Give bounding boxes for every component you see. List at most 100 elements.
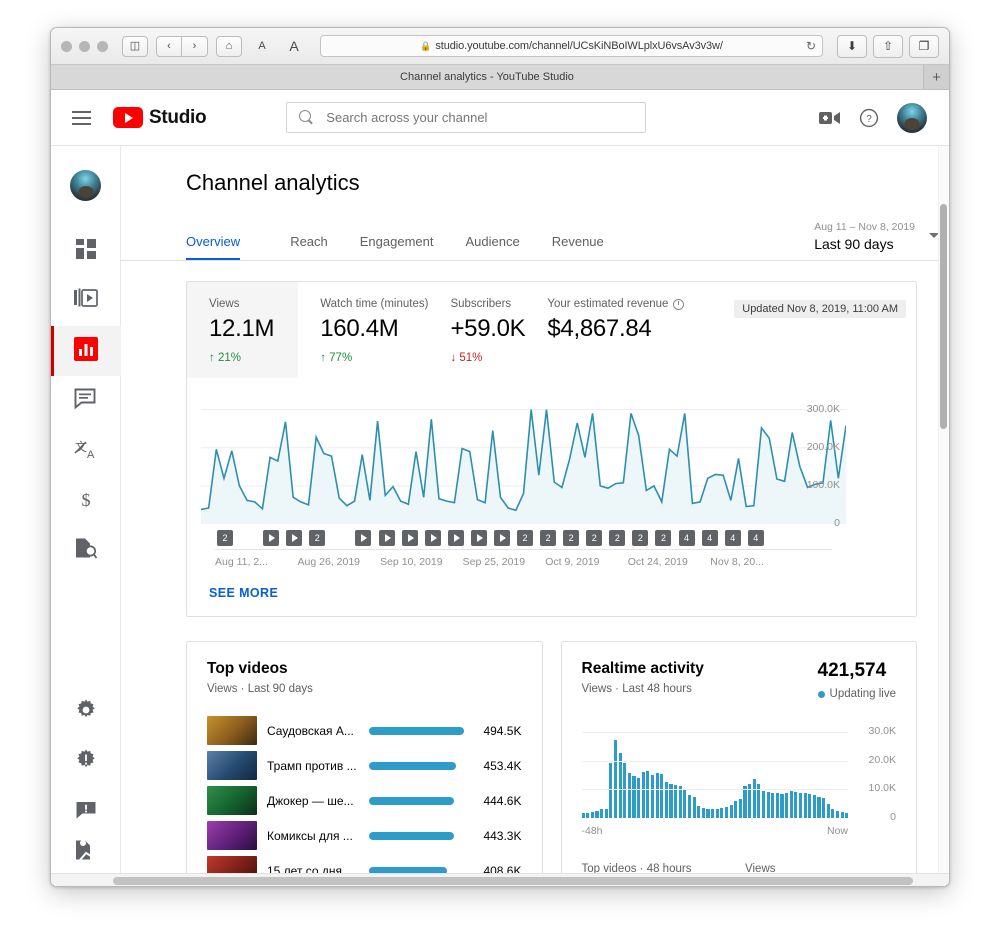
tab-revenue[interactable]: Revenue bbox=[536, 234, 620, 260]
increase-text-size-button[interactable]: A bbox=[282, 36, 306, 57]
metric-card[interactable]: Views 12.1M ↑ 21% bbox=[187, 282, 299, 378]
realtime-bar bbox=[697, 805, 701, 818]
video-count-marker[interactable]: 4 bbox=[678, 529, 695, 546]
sidebar-item-feedback[interactable] bbox=[51, 787, 121, 837]
video-count-marker[interactable]: 4 bbox=[724, 529, 741, 546]
video-markers-row[interactable]: 2222222224444 bbox=[217, 529, 832, 546]
video-count-marker[interactable]: 2 bbox=[586, 529, 603, 546]
video-title: Саудовская А... bbox=[267, 723, 354, 738]
sidebar-item-videos[interactable] bbox=[51, 276, 121, 326]
metric-card[interactable]: Subscribers +59.0K ↓ 51% bbox=[428, 282, 525, 378]
see-more-link[interactable]: SEE MORE bbox=[209, 586, 916, 600]
vertical-scrollbar-thumb[interactable] bbox=[940, 204, 947, 429]
realtime-bar bbox=[720, 808, 724, 818]
sidebar-item-comments[interactable] bbox=[51, 376, 121, 426]
home-icon[interactable]: ⌂ bbox=[216, 35, 242, 57]
video-count-marker[interactable]: 2 bbox=[309, 529, 326, 546]
close-window-button[interactable] bbox=[61, 40, 72, 52]
download-icon[interactable]: ⬇ bbox=[837, 34, 867, 58]
decrease-text-size-button[interactable]: A bbox=[250, 36, 274, 57]
top-video-row[interactable]: Трамп против ... 453.4K bbox=[207, 748, 522, 783]
window-traffic-lights[interactable] bbox=[61, 40, 108, 52]
realtime-bar bbox=[771, 792, 775, 818]
sidebar-item-monetization[interactable]: $ bbox=[51, 476, 121, 526]
realtime-live-label: Updating live bbox=[829, 688, 896, 700]
metric-value: $4,867.84 bbox=[547, 315, 652, 342]
date-range-selector[interactable]: Aug 11 – Nov 8, 2019 Last 90 days bbox=[814, 221, 915, 252]
realtime-y-tick: 20.0K bbox=[868, 753, 896, 766]
tab-engagement[interactable]: Engagement bbox=[344, 234, 450, 260]
video-count-marker[interactable]: 2 bbox=[655, 529, 672, 546]
horizontal-scrollbar-track[interactable] bbox=[51, 873, 949, 886]
top-video-row[interactable]: Комиксы для ... 443.3K bbox=[207, 818, 522, 853]
minimize-window-button[interactable] bbox=[79, 40, 90, 52]
youtube-studio-logo[interactable]: Studio bbox=[113, 107, 207, 129]
realtime-bar bbox=[581, 813, 585, 818]
vertical-scrollbar-track[interactable] bbox=[938, 146, 949, 873]
realtime-bar bbox=[835, 810, 839, 818]
tab-overview[interactable]: Overview bbox=[186, 234, 256, 260]
maximize-window-button[interactable] bbox=[97, 40, 108, 52]
address-bar[interactable]: 🔒 studio.youtube.com/channel/UCsKiNBoIWL… bbox=[320, 35, 823, 57]
metric-value: +59.0K bbox=[450, 315, 526, 342]
sidebar-item-channel-avatar[interactable] bbox=[51, 160, 121, 210]
browser-tab[interactable]: Channel analytics - YouTube Studio bbox=[51, 65, 923, 89]
video-play-marker-icon[interactable] bbox=[378, 529, 395, 546]
metric-delta: ↑ 21% bbox=[209, 352, 241, 364]
video-bar-wrapper bbox=[369, 831, 464, 840]
top-video-row[interactable]: Саудовская А... 494.5K bbox=[207, 713, 522, 748]
hamburger-menu-icon[interactable] bbox=[67, 110, 93, 125]
video-count-marker[interactable]: 2 bbox=[217, 529, 233, 546]
video-count-marker[interactable]: 4 bbox=[701, 529, 718, 546]
realtime-bar bbox=[701, 807, 705, 818]
sidebar-item-dashboard[interactable] bbox=[51, 226, 121, 276]
metric-card[interactable]: Your estimated revenue $4,867.84 bbox=[525, 282, 685, 378]
video-count-marker[interactable]: 2 bbox=[609, 529, 626, 546]
realtime-bar bbox=[637, 777, 641, 818]
video-count-marker[interactable]: 2 bbox=[540, 529, 557, 546]
share-icon[interactable]: ⇧ bbox=[873, 34, 903, 58]
sidebar-item-analytics[interactable] bbox=[51, 326, 121, 376]
dollar-icon: $ bbox=[76, 488, 96, 515]
video-play-marker-icon[interactable] bbox=[447, 529, 464, 546]
sidebar-item-copyright[interactable] bbox=[51, 526, 121, 576]
help-icon[interactable]: ? bbox=[859, 108, 879, 128]
gear-icon bbox=[75, 699, 97, 726]
marker-spacer bbox=[332, 530, 348, 546]
video-count-marker[interactable]: 2 bbox=[563, 529, 580, 546]
video-play-marker-icon[interactable] bbox=[401, 529, 418, 546]
video-count-marker[interactable]: 4 bbox=[747, 529, 764, 546]
avatar-icon bbox=[70, 169, 101, 201]
tab-reach[interactable]: Reach bbox=[274, 234, 344, 260]
back-button[interactable]: ‹ bbox=[156, 35, 182, 57]
search-icon bbox=[299, 110, 314, 125]
video-play-marker-icon[interactable] bbox=[355, 529, 372, 546]
tabs-overview-icon[interactable]: ❐ bbox=[909, 34, 939, 58]
forward-button[interactable]: › bbox=[182, 35, 208, 57]
video-title: Трамп против ... bbox=[267, 758, 357, 773]
sidebar-item-settings[interactable] bbox=[51, 687, 121, 737]
video-views-bar bbox=[369, 831, 454, 840]
account-avatar[interactable] bbox=[897, 102, 927, 133]
video-play-marker-icon[interactable] bbox=[424, 529, 441, 546]
video-play-marker-icon[interactable] bbox=[263, 529, 280, 546]
tab-audience[interactable]: Audience bbox=[450, 234, 536, 260]
nav-buttons[interactable]: ‹ › bbox=[156, 35, 208, 57]
sidebar-item-report-issue[interactable] bbox=[51, 737, 121, 787]
search-input[interactable]: Search across your channel bbox=[286, 102, 647, 133]
realtime-gridline bbox=[581, 789, 848, 791]
new-tab-button[interactable]: + bbox=[923, 65, 949, 89]
reload-icon[interactable]: ↻ bbox=[806, 39, 816, 53]
video-play-marker-icon[interactable] bbox=[493, 529, 510, 546]
horizontal-scrollbar-thumb[interactable] bbox=[113, 877, 913, 885]
video-count-marker[interactable]: 2 bbox=[632, 529, 649, 546]
sidebar-toggle-icon[interactable]: ◫ bbox=[122, 35, 148, 57]
metric-card[interactable]: Watch time (minutes) 160.4M ↑ 77% bbox=[298, 282, 428, 378]
video-play-marker-icon[interactable] bbox=[286, 529, 303, 546]
sidebar-item-subtitles[interactable]: 文A bbox=[51, 426, 121, 476]
top-video-row[interactable]: Джокер — ше... 444.6K bbox=[207, 783, 522, 818]
browser-window: ◫ ‹ › ⌂ A A 🔒 studio.youtube.com/channel… bbox=[50, 27, 950, 887]
create-video-icon[interactable] bbox=[819, 110, 841, 126]
video-play-marker-icon[interactable] bbox=[470, 529, 487, 546]
video-count-marker[interactable]: 2 bbox=[517, 529, 534, 546]
